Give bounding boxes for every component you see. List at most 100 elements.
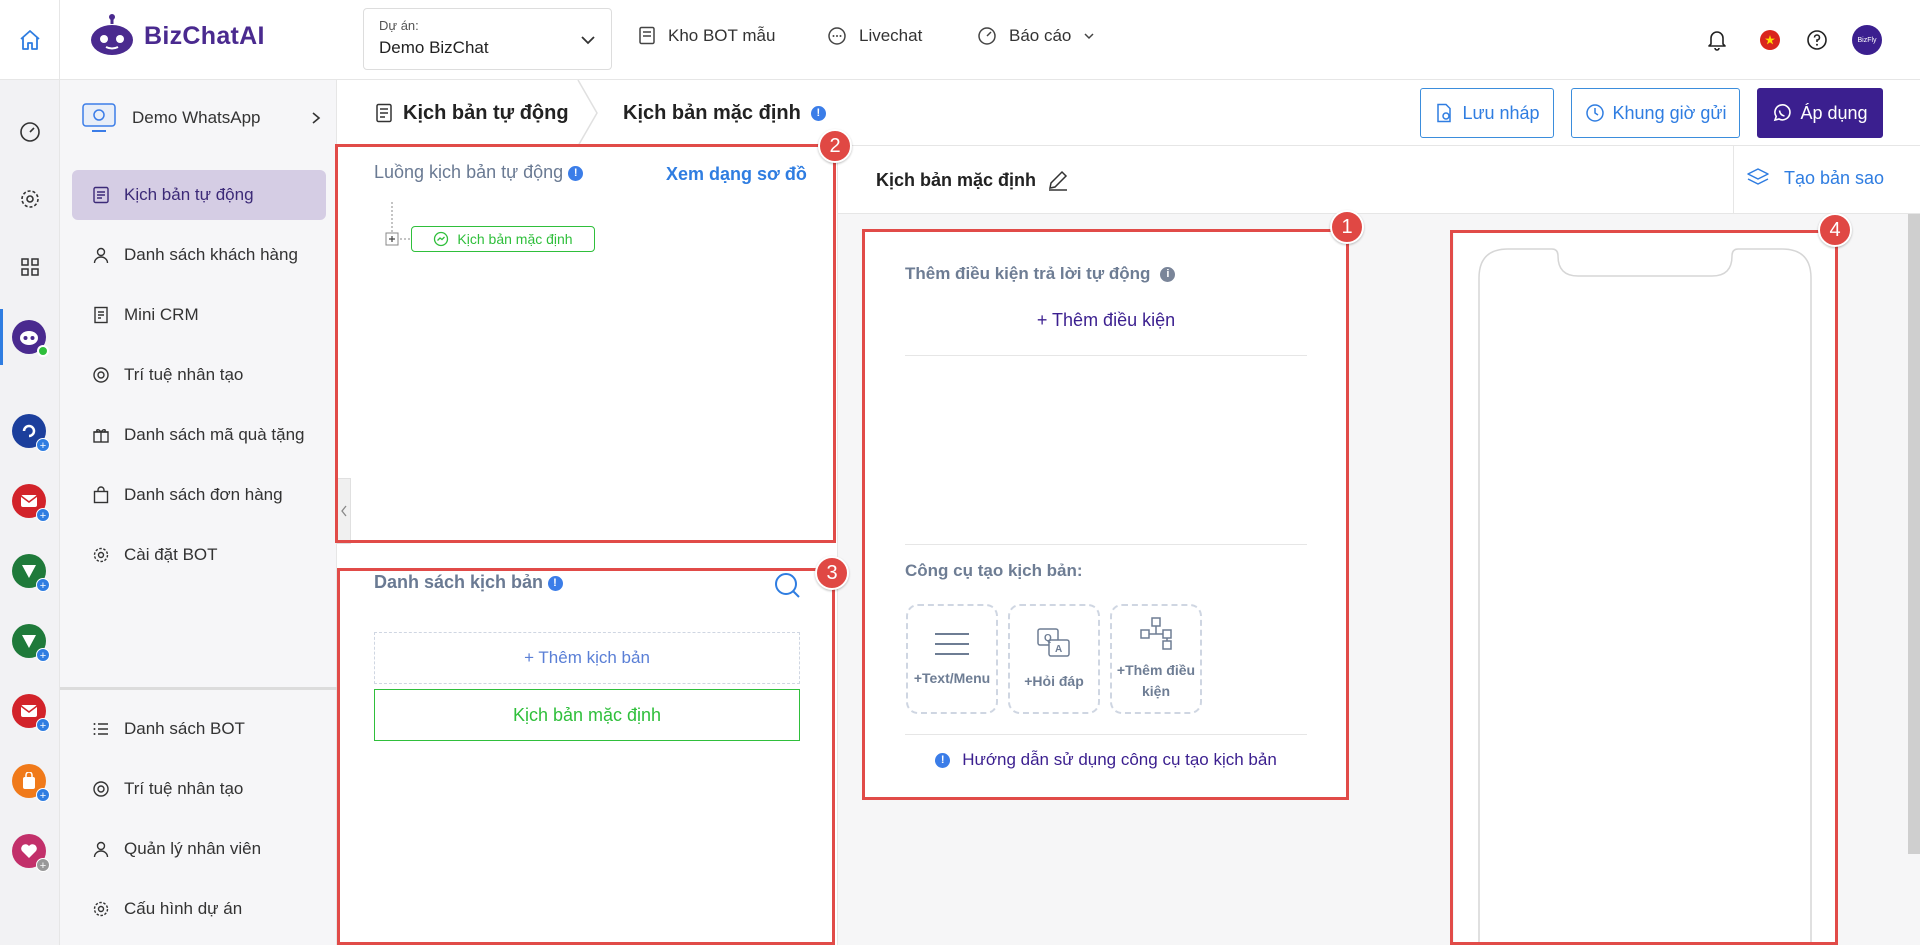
- vietnam-flag-icon: [1760, 30, 1780, 50]
- sidebar-item-bot-settings[interactable]: Cài đặt BOT: [72, 530, 326, 580]
- bot-face-icon: [20, 331, 38, 345]
- add-badge-icon[interactable]: +: [36, 438, 50, 452]
- add-badge-icon[interactable]: +: [36, 508, 50, 522]
- nav-reports[interactable]: Báo cáo: [977, 26, 1095, 46]
- ai-knot-icon: [93, 367, 109, 383]
- sidebar-item-project-config[interactable]: Cấu hình dự án: [72, 884, 326, 934]
- document-list-icon: [376, 103, 392, 123]
- annotation-box-3: [337, 568, 835, 945]
- scrollbar[interactable]: [1908, 214, 1920, 854]
- gift-icon: [93, 429, 109, 443]
- gauge-icon: [978, 27, 996, 45]
- duplicate-button[interactable]: Tạo bản sao: [1746, 166, 1884, 190]
- tab-auto-script[interactable]: Kịch bản tự động: [375, 80, 569, 146]
- online-status-dot: [37, 345, 49, 357]
- rail-app-heart[interactable]: +: [12, 834, 50, 872]
- paper-plane-icon: [22, 635, 36, 648]
- channel-name: Demo WhatsApp: [132, 108, 261, 127]
- help-button[interactable]: [1801, 24, 1833, 56]
- bell-icon: [1708, 31, 1726, 51]
- rail-app-2[interactable]: +: [12, 414, 50, 452]
- tabs-bar: Kịch bản tự động Kịch bản mặc định ! Lưu…: [337, 80, 1920, 146]
- rail-app-mail-2[interactable]: +: [12, 694, 50, 732]
- add-badge-icon[interactable]: +: [36, 648, 50, 662]
- sidebar-item-ai[interactable]: Trí tuệ nhân tạo: [72, 350, 326, 400]
- sidebar-item-auto-script[interactable]: Kịch bản tự động: [72, 170, 326, 220]
- notification-button[interactable]: [1701, 24, 1733, 56]
- whatsapp-icon: [1774, 104, 1792, 122]
- add-badge-icon[interactable]: +: [36, 858, 50, 872]
- nav-livechat[interactable]: Livechat: [827, 26, 922, 46]
- sidebar-item-label: Kịch bản tự động: [124, 185, 254, 204]
- receipt-icon: [94, 306, 108, 324]
- rail-settings[interactable]: [15, 184, 45, 214]
- user-icon: [93, 841, 109, 858]
- mail-icon: [20, 495, 38, 507]
- project-value: Demo BizChat: [379, 38, 489, 57]
- nav-label: Kho BOT mẫu: [668, 26, 776, 45]
- paper-plane-icon: [22, 565, 36, 578]
- language-vn-button[interactable]: [1754, 24, 1786, 56]
- rail-app-shop[interactable]: +: [12, 764, 50, 802]
- nav-bot-templates[interactable]: Kho BOT mẫu: [638, 26, 775, 46]
- rail-app-send-2[interactable]: +: [12, 624, 50, 662]
- edit-pencil-icon[interactable]: [1046, 168, 1070, 192]
- channel-monitor-icon: [82, 103, 116, 132]
- sidebar-item-ai-2[interactable]: Trí tuệ nhân tạo: [72, 764, 326, 814]
- editor-title: Kịch bản mặc định: [876, 168, 1070, 192]
- sidebar-item-customers[interactable]: Danh sách khách hàng: [72, 230, 326, 280]
- user-icon: [93, 247, 109, 264]
- save-draft-label: Lưu nháp: [1462, 102, 1540, 123]
- sidebar-item-gift-codes[interactable]: Danh sách mã quà tặng: [72, 410, 326, 460]
- home-button[interactable]: [0, 0, 60, 80]
- shopping-bag-icon: [93, 486, 109, 504]
- sidebar-item-label: Danh sách đơn hàng: [124, 485, 283, 504]
- sidebar-item-bot-list[interactable]: Danh sách BOT: [72, 704, 326, 754]
- add-badge-icon[interactable]: +: [36, 578, 50, 592]
- top-header: BizChatAI Dự án: Demo BizChat Kho BOT mẫ…: [0, 0, 1920, 80]
- rail-apps[interactable]: [15, 252, 45, 282]
- clock-icon: [1585, 104, 1604, 122]
- channel-selector[interactable]: Demo WhatsApp: [82, 98, 322, 138]
- duplicate-label: Tạo bản sao: [1784, 167, 1885, 188]
- brand-logo[interactable]: BizChatAI: [88, 14, 265, 58]
- send-schedule-button[interactable]: Khung giờ gửi: [1571, 88, 1740, 138]
- list-icon: [93, 723, 108, 735]
- add-badge-icon[interactable]: +: [36, 788, 50, 802]
- chat-bubble-icon: [828, 27, 846, 45]
- rail-bizchat-app[interactable]: [12, 320, 49, 357]
- sidebar-item-staff[interactable]: Quản lý nhân viên: [72, 824, 326, 874]
- rail-app-send[interactable]: +: [12, 554, 50, 592]
- sidebar-item-orders[interactable]: Danh sách đơn hàng: [72, 470, 326, 520]
- home-icon: [19, 30, 40, 50]
- sidebar-item-mini-crm[interactable]: Mini CRM: [72, 290, 326, 340]
- tab-default-script[interactable]: Kịch bản mặc định !: [623, 80, 826, 146]
- save-draft-button[interactable]: Lưu nháp: [1420, 88, 1554, 138]
- document-save-icon: [1437, 103, 1452, 123]
- info-icon[interactable]: !: [810, 105, 826, 121]
- document-list-icon: [93, 186, 109, 204]
- annotation-badge-3: 3: [815, 556, 849, 590]
- help-circle-icon: [1807, 30, 1827, 50]
- user-avatar[interactable]: BizFly: [1851, 24, 1883, 56]
- tab-label: Kịch bản tự động: [403, 101, 569, 124]
- sidebar: Demo WhatsApp Kịch bản tự động Danh sách…: [60, 80, 337, 945]
- mail-icon: [20, 705, 38, 717]
- annotation-box-2: [335, 144, 836, 543]
- gear-icon: [21, 190, 39, 208]
- rail-app-mail[interactable]: +: [12, 484, 50, 522]
- chevron-down-icon: [1084, 33, 1094, 40]
- project-selector[interactable]: Dự án: Demo BizChat: [363, 8, 612, 70]
- editor-header: Kịch bản mặc định Tạo bản sao: [838, 146, 1920, 214]
- layers-copy-icon: [1747, 168, 1769, 185]
- sidebar-item-label: Cấu hình dự án: [124, 899, 243, 918]
- sidebar-item-label: Danh sách BOT: [124, 719, 245, 738]
- grid-icon: [21, 258, 39, 276]
- rail-dashboard[interactable]: [15, 117, 45, 147]
- header-divider: [1733, 146, 1734, 214]
- add-badge-icon[interactable]: +: [36, 718, 50, 732]
- apply-button[interactable]: Áp dụng: [1757, 88, 1883, 138]
- project-label: Dự án:: [379, 18, 419, 33]
- tab-label: Kịch bản mặc định: [623, 101, 801, 124]
- annotation-box-1: [862, 229, 1349, 800]
